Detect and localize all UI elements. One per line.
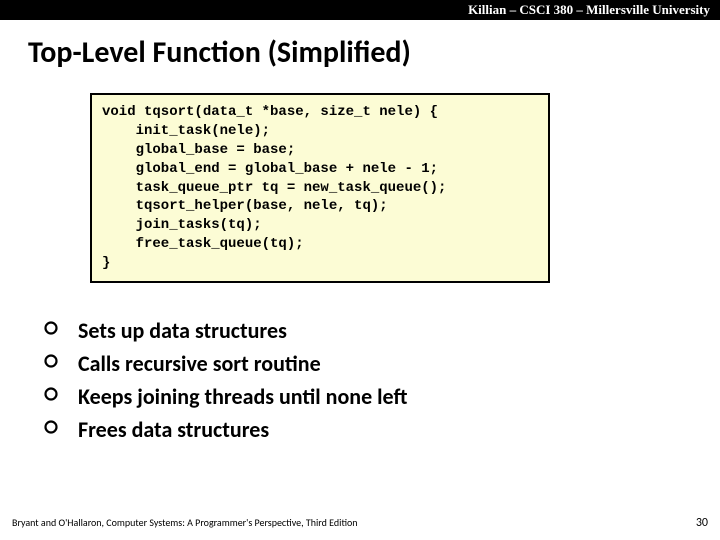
list-item: Sets up data structures [44, 317, 720, 344]
bullet-icon [44, 387, 64, 407]
footer-citation: Bryant and O'Hallaron, Computer Systems:… [12, 516, 358, 529]
bullet-text: Keeps joining threads until none left [78, 383, 407, 410]
bullet-icon [44, 354, 64, 374]
list-item: Keeps joining threads until none left [44, 383, 720, 410]
list-item: Calls recursive sort routine [44, 350, 720, 377]
bullet-list: Sets up data structures Calls recursive … [44, 317, 720, 443]
page-title: Top-Level Function (Simplified) [0, 20, 720, 81]
header-bar: Killian – CSCI 380 – Millersville Univer… [0, 0, 720, 20]
bullet-icon [44, 321, 64, 341]
header-text: Killian – CSCI 380 – Millersville Univer… [468, 2, 710, 17]
code-block: void tqsort(data_t *base, size_t nele) {… [90, 93, 550, 283]
footer: Bryant and O'Hallaron, Computer Systems:… [12, 516, 708, 530]
list-item: Frees data structures [44, 416, 720, 443]
bullet-text: Frees data structures [78, 416, 269, 443]
bullet-text: Calls recursive sort routine [78, 350, 321, 377]
bullet-icon [44, 420, 64, 440]
bullet-text: Sets up data structures [78, 317, 287, 344]
page-number: 30 [696, 516, 708, 530]
